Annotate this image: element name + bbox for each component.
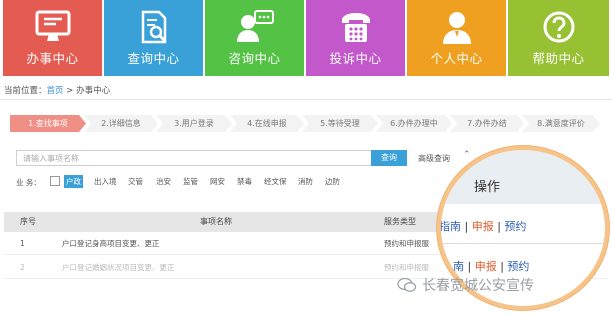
breadcrumb-separator: > <box>63 86 77 96</box>
divider <box>0 99 612 100</box>
cell-type: 预约和申报服 <box>384 239 429 248</box>
watermark-text: 长春宽城公安宣传 <box>422 278 534 294</box>
cell-name[interactable]: 户口登记婚姻状况项目变更、更正 <box>62 258 175 278</box>
header-no: 序号 <box>20 217 36 226</box>
header-type: 服务类型 <box>384 217 416 226</box>
tile-query-center[interactable]: 查询中心 <box>104 0 203 76</box>
category-item-jiaoguan[interactable]: 交管 <box>126 175 145 188</box>
chat-person-icon <box>205 10 304 44</box>
tile-label: 办事中心 <box>26 51 79 66</box>
category-item-jindu[interactable]: 禁毒 <box>235 175 254 188</box>
question-icon <box>508 10 609 44</box>
cell-no: 2 <box>20 263 25 272</box>
step-satisfaction: 8.满意度评价 <box>522 115 600 132</box>
category-label: 业 务： <box>16 178 41 187</box>
reserve-link[interactable]: 预约 <box>504 220 526 233</box>
apply-link[interactable]: 申报 <box>475 260 497 273</box>
guide-link[interactable]: 南 <box>453 260 464 273</box>
magnifier-row-1: 指南 | 申报 | 预约 <box>441 220 527 233</box>
step-completed: 7.办件办结 <box>450 115 524 132</box>
category-item-huzheng[interactable]: 户政 <box>64 175 83 188</box>
telephone-icon <box>306 10 405 44</box>
cell-no: 1 <box>20 239 25 248</box>
search-input[interactable] <box>16 150 376 166</box>
tile-label: 个人中心 <box>430 51 483 66</box>
guide-link[interactable]: 指南 <box>441 220 461 233</box>
breadcrumb: 当前位置：首页 > 办事中心 <box>4 84 110 96</box>
step-processing: 6.办件办理中 <box>376 115 452 132</box>
top-nav-tiles: 办事中心 查询中心 咨询中心 投诉中心 个人中心 帮助中心 <box>0 0 612 76</box>
cell-name[interactable]: 户口登记身高项目变更、更正 <box>62 234 160 254</box>
category-item-zhian[interactable]: 治安 <box>154 175 173 188</box>
breadcrumb-prefix: 当前位置： <box>4 86 47 96</box>
magnifier-header: 操作 <box>474 180 501 195</box>
step-login: 3.用户登录 <box>156 115 232 132</box>
tile-office-center[interactable]: 办事中心 <box>3 0 102 76</box>
step-online-apply: 4.在线申报 <box>230 115 304 132</box>
tile-label: 投诉中心 <box>329 51 382 66</box>
step-details: 2.详细信息 <box>84 115 158 132</box>
breadcrumb-current: 办事中心 <box>76 86 111 96</box>
tile-consult-center[interactable]: 咨询中心 <box>205 0 304 76</box>
tile-complaint-center[interactable]: 投诉中心 <box>306 0 405 76</box>
category-item-jianguan[interactable]: 监管 <box>181 175 200 188</box>
step-find-item: 1.查找事项 <box>10 115 86 132</box>
category-item-bianfang[interactable]: 边防 <box>323 175 342 188</box>
user-icon <box>407 10 506 44</box>
document-search-icon <box>104 10 203 44</box>
reserve-link[interactable]: 预约 <box>507 260 529 273</box>
monitor-icon <box>3 10 102 44</box>
tile-help-center[interactable]: 帮助中心 <box>508 0 609 76</box>
category-item-xiaofang[interactable]: 消防 <box>296 175 315 188</box>
process-steps: 1.查找事项 2.详细信息 3.用户登录 4.在线申报 5.等待受理 6.办件办… <box>10 115 590 132</box>
search-button[interactable]: 查询 <box>371 150 407 166</box>
step-wait-accept: 5.等待受理 <box>302 115 378 132</box>
category-item-jingwenbao[interactable]: 经文保 <box>262 175 289 188</box>
breadcrumb-home-link[interactable]: 首页 <box>47 86 64 96</box>
magnifier-header-bg <box>441 150 605 204</box>
wechat-icon <box>397 277 417 292</box>
header-name: 事项名称 <box>200 217 232 226</box>
tile-label: 咨询中心 <box>228 51 281 66</box>
tile-label: 帮助中心 <box>532 51 585 66</box>
divider <box>441 243 605 244</box>
category-checkbox[interactable] <box>50 176 60 186</box>
tile-personal-center[interactable]: 个人中心 <box>407 0 506 76</box>
category-item-wangan[interactable]: 网安 <box>208 175 227 188</box>
magnifier-row-2: 南 | 申报 | 预约 <box>453 260 530 273</box>
category-item-churujing[interactable]: 出入境 <box>92 175 119 188</box>
apply-link[interactable]: 申报 <box>472 220 494 233</box>
tile-label: 查询中心 <box>127 51 180 66</box>
